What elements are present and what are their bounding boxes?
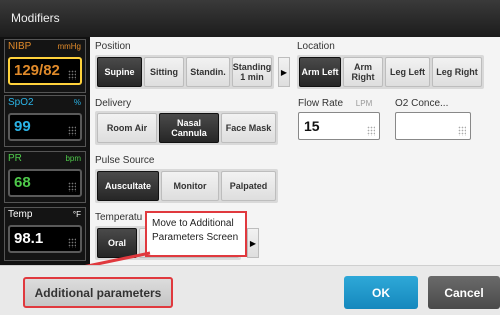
location-option-leg-left[interactable]: Leg Left: [385, 57, 430, 87]
vital-value: 68: [14, 174, 31, 191]
vital-unit: °F: [72, 210, 81, 219]
vital-unit: bpm: [65, 154, 81, 163]
position-label: Position: [95, 41, 131, 52]
position-option-standing[interactable]: Standin.: [186, 57, 230, 87]
temperature-label: Temperatu: [95, 212, 143, 223]
o2-concentration-label: O2 Conce...: [395, 98, 449, 109]
vital-label: NIBP: [8, 41, 32, 52]
location-selector: Arm Left Arm Right Leg Left Leg Right: [297, 55, 484, 89]
position-next-button[interactable]: ▶: [278, 57, 290, 87]
vital-value: 99: [14, 118, 31, 135]
vital-spo2[interactable]: SpO2 % 99: [4, 95, 86, 147]
keypad-icon: [458, 126, 466, 136]
position-option-standing-1min[interactable]: Standing 1 min: [232, 57, 272, 87]
chevron-right-icon: ▶: [249, 238, 257, 248]
location-label: Location: [297, 41, 335, 52]
vitals-sidebar: NIBP mmHg 129/82 SpO2 % 99 PR bpm 68 Tem…: [0, 37, 90, 265]
vital-value-box[interactable]: 98.1: [8, 225, 82, 253]
vital-value-box[interactable]: 99: [8, 113, 82, 141]
position-option-sitting[interactable]: Sitting: [144, 57, 184, 87]
delivery-label: Delivery: [95, 98, 132, 109]
vital-unit: mmHg: [57, 42, 81, 51]
cancel-button[interactable]: Cancel: [428, 276, 500, 309]
keypad-icon: [68, 182, 76, 192]
chevron-right-icon: ▶: [280, 67, 288, 77]
vital-label: Temp: [8, 209, 33, 220]
location-option-arm-right[interactable]: Arm Right: [343, 57, 383, 87]
keypad-icon: [68, 238, 76, 248]
o2-concentration-field[interactable]: [395, 112, 471, 140]
vital-value: 98.1: [14, 230, 44, 247]
flow-rate-field[interactable]: 15: [298, 112, 380, 140]
delivery-option-nasal-cannula[interactable]: Nasal Cannula: [159, 113, 219, 143]
position-option-supine[interactable]: Supine: [97, 57, 142, 87]
delivery-option-room-air[interactable]: Room Air: [97, 113, 157, 143]
additional-parameters-button[interactable]: Additional parameters: [23, 277, 173, 308]
keypad-icon: [367, 126, 375, 136]
temperature-next-button[interactable]: ▶: [247, 228, 259, 258]
vital-unit: %: [73, 98, 81, 107]
pulse-source-option-monitor[interactable]: Monitor: [161, 171, 219, 201]
pulse-source-option-palpated[interactable]: Palpated: [221, 171, 276, 201]
location-option-arm-left[interactable]: Arm Left: [299, 57, 341, 87]
flow-rate-value: 15: [304, 118, 320, 134]
keypad-icon: [68, 126, 76, 136]
delivery-selector: Room Air Nasal Cannula Face Mask: [95, 111, 278, 145]
flow-rate-label: Flow Rate LPM: [298, 98, 372, 109]
delivery-option-face-mask[interactable]: Face Mask: [221, 113, 276, 143]
vital-nibp[interactable]: NIBP mmHg 129/82: [4, 39, 86, 93]
keypad-icon: [68, 70, 76, 80]
vital-pr[interactable]: PR bpm 68: [4, 151, 86, 203]
ok-button[interactable]: OK: [344, 276, 418, 309]
flow-rate-label-text: Flow Rate: [298, 98, 344, 109]
vital-temp[interactable]: Temp °F 98.1: [4, 207, 86, 261]
temperature-option-oral[interactable]: Oral: [97, 228, 137, 258]
position-selector: Supine Sitting Standin. Standing 1 min: [95, 55, 274, 89]
vital-label: SpO2: [8, 97, 34, 108]
footer-bar: Additional parameters OK Cancel: [0, 265, 500, 315]
vital-value-box[interactable]: 129/82: [8, 57, 82, 85]
window-title: Modifiers: [0, 0, 500, 37]
pulse-source-option-auscultate[interactable]: Auscultate: [97, 171, 159, 201]
annotation-text: Move to Additional Parameters Screen: [152, 218, 239, 243]
pulse-source-label: Pulse Source: [95, 155, 155, 166]
pulse-source-selector: Auscultate Monitor Palpated: [95, 169, 278, 203]
vital-value: 129/82: [14, 62, 60, 79]
location-option-leg-right[interactable]: Leg Right: [432, 57, 482, 87]
vital-label: PR: [8, 153, 22, 164]
vital-value-box[interactable]: 68: [8, 169, 82, 197]
annotation-callout: Move to Additional Parameters Screen: [145, 211, 247, 257]
flow-rate-unit: LPM: [355, 99, 373, 108]
